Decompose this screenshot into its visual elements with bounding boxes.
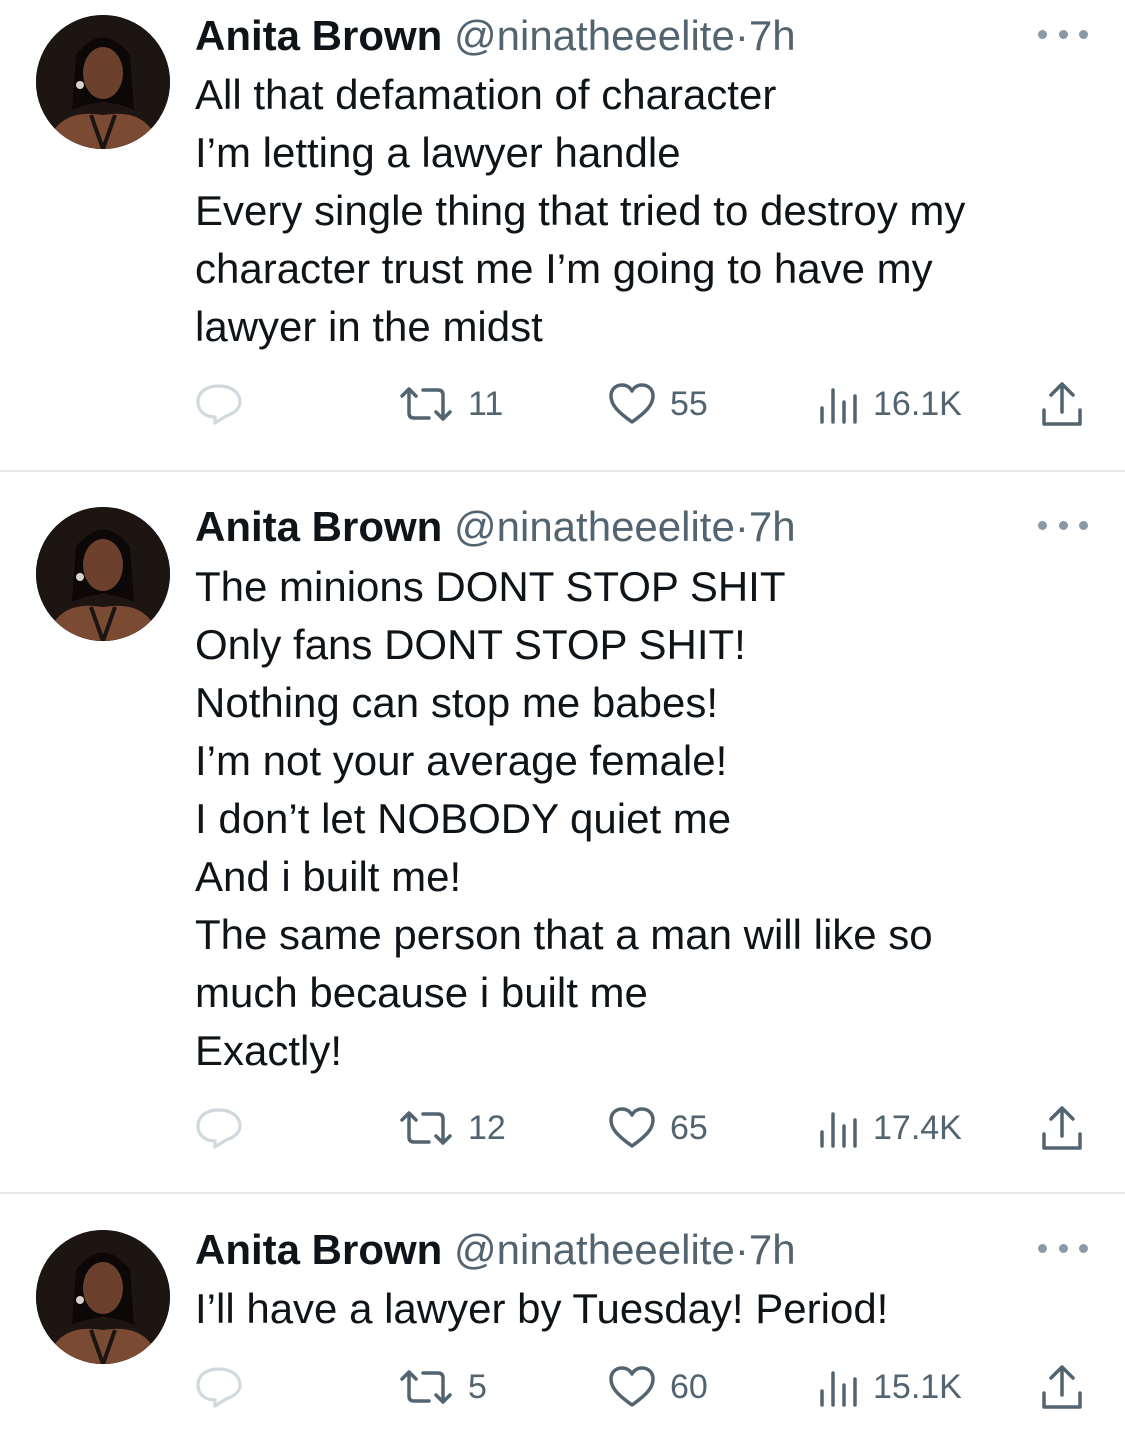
tweet-line: Nothing can stop me babes! <box>195 679 718 726</box>
share-icon <box>1042 382 1082 426</box>
reply-button[interactable] <box>194 374 244 434</box>
tweet-line: And i built me! <box>195 853 462 900</box>
reply-button[interactable] <box>194 1098 244 1158</box>
tweet-line: I’m letting a lawyer handle <box>195 129 681 176</box>
reply-icon <box>196 1108 242 1149</box>
tweet-header: Anita Brown @ninatheeelite·7h <box>195 10 796 62</box>
heart-icon <box>609 1366 655 1407</box>
tweet-line: lawyer in the midst <box>195 303 543 350</box>
author-name[interactable]: Anita Brown <box>195 12 442 59</box>
heart-icon <box>609 1107 655 1148</box>
reply-icon <box>196 1367 242 1408</box>
like-count: 60 <box>670 1367 708 1406</box>
views-button[interactable]: 17.4K <box>817 1098 962 1158</box>
tweet-text: I’ll have a lawyer by Tuesday! Period! <box>195 1280 1075 1338</box>
retweet-button[interactable]: 12 <box>398 1098 506 1158</box>
avatar[interactable] <box>36 507 170 641</box>
retweet-icon <box>400 1111 452 1145</box>
separator-dot: · <box>734 12 749 59</box>
timestamp[interactable]: 7h <box>749 12 796 59</box>
tweet-line: All that defamation of character <box>195 71 777 118</box>
views-button[interactable]: 15.1K <box>817 1357 962 1417</box>
tweet-actions: 11 55 16.1K <box>0 374 1125 434</box>
avatar[interactable] <box>36 15 170 149</box>
tweet-header: Anita Brown @ninatheeelite·7h <box>195 501 796 553</box>
reply-button[interactable] <box>194 1357 244 1417</box>
heart-icon <box>609 383 655 424</box>
tweet-line: The same person that a man will like so <box>195 911 933 958</box>
tweet[interactable]: Anita Brown @ninatheeelite·7h The minion… <box>0 472 1125 1192</box>
more-icon[interactable] <box>1038 1238 1088 1258</box>
tweet-line: I’m not your average female! <box>195 737 728 784</box>
tweet-line: much because i built me <box>195 969 648 1016</box>
more-icon[interactable] <box>1038 515 1088 535</box>
tweet-actions: 12 65 17.4K <box>0 1098 1125 1158</box>
author-handle[interactable]: @ninatheeelite <box>454 503 735 550</box>
tweet-line: Exactly! <box>195 1027 343 1074</box>
author-handle[interactable]: @ninatheeelite <box>454 1226 735 1273</box>
like-count: 65 <box>670 1108 708 1147</box>
author-name[interactable]: Anita Brown <box>195 1226 442 1273</box>
separator-dot: · <box>734 1226 749 1273</box>
like-button[interactable]: 65 <box>608 1098 708 1158</box>
more-icon[interactable] <box>1038 24 1088 44</box>
retweet-button[interactable]: 11 <box>398 374 503 434</box>
timestamp[interactable]: 7h <box>749 1226 796 1273</box>
tweet-header: Anita Brown @ninatheeelite·7h <box>195 1224 796 1276</box>
like-button[interactable]: 60 <box>608 1357 708 1417</box>
retweet-count: 5 <box>468 1367 487 1406</box>
share-button[interactable] <box>1040 1098 1084 1158</box>
tweet-text: The minions DONT STOP SHIT Only fans DON… <box>195 558 1075 1080</box>
separator-dot: · <box>734 503 749 550</box>
view-count: 16.1K <box>873 384 962 423</box>
retweet-count: 11 <box>468 384 504 423</box>
view-count: 17.4K <box>873 1108 962 1147</box>
retweet-button[interactable]: 5 <box>398 1357 487 1417</box>
share-button[interactable] <box>1040 1357 1084 1417</box>
share-icon <box>1042 1365 1082 1409</box>
tweet-line: I don’t let NOBODY quiet me <box>195 795 732 842</box>
tweet[interactable]: Anita Brown @ninatheeelite·7h I’ll have … <box>0 1194 1125 1438</box>
tweet-line: Only fans DONT STOP SHIT! <box>195 621 746 668</box>
views-icon <box>820 1112 857 1148</box>
author-name[interactable]: Anita Brown <box>195 503 442 550</box>
tweet-line: character trust me I’m going to have my <box>195 245 933 292</box>
reply-icon <box>196 384 242 425</box>
retweet-icon <box>400 1370 452 1404</box>
share-button[interactable] <box>1040 374 1084 434</box>
like-button[interactable]: 55 <box>608 374 708 434</box>
tweet-text: All that defamation of character I’m let… <box>195 66 1075 356</box>
tweet-actions: 5 60 15.1K <box>0 1357 1125 1417</box>
author-handle[interactable]: @ninatheeelite <box>454 12 735 59</box>
views-icon <box>820 388 857 424</box>
view-count: 15.1K <box>873 1367 962 1406</box>
tweet-line: I’ll have a lawyer by Tuesday! Period! <box>195 1285 889 1332</box>
avatar[interactable] <box>36 1230 170 1364</box>
tweet[interactable]: Anita Brown @ninatheeelite·7h All that d… <box>0 0 1125 470</box>
tweet-line: The minions DONT STOP SHIT <box>195 563 786 610</box>
views-icon <box>820 1371 857 1407</box>
retweet-icon <box>400 387 452 421</box>
retweet-count: 12 <box>468 1108 506 1147</box>
like-count: 55 <box>670 384 708 423</box>
timestamp[interactable]: 7h <box>749 503 796 550</box>
views-button[interactable]: 16.1K <box>817 374 962 434</box>
tweet-line: Every single thing that tried to destroy… <box>195 187 966 234</box>
share-icon <box>1042 1106 1082 1150</box>
